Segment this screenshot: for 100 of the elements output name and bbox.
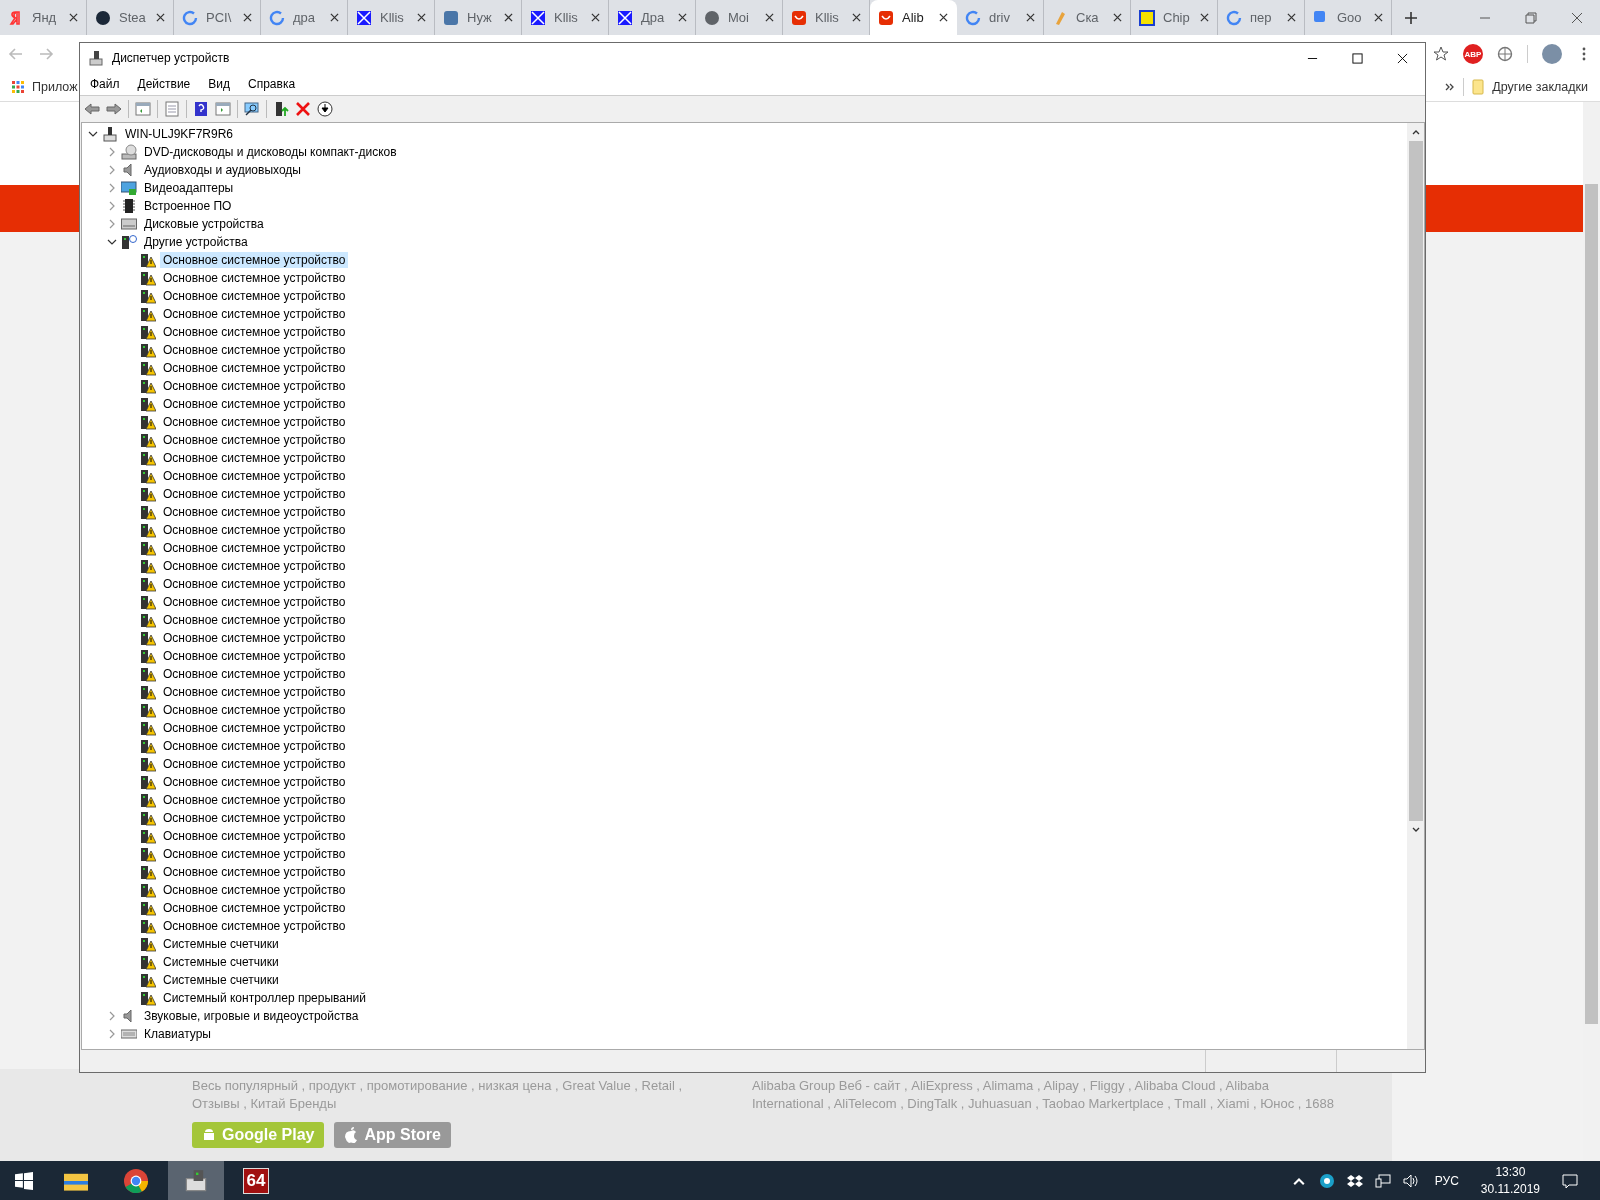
clock-date[interactable]: 30.11.2019	[1480, 1180, 1540, 1198]
tree-item[interactable]: Основное системное устройство	[160, 900, 349, 916]
dropbox-icon[interactable]	[1346, 1172, 1363, 1189]
expand-caret-icon[interactable]	[107, 147, 117, 157]
antivirus-icon[interactable]	[1318, 1172, 1335, 1189]
tree-item[interactable]: Основное системное устройство	[160, 630, 349, 646]
restore-icon[interactable]	[1525, 11, 1537, 24]
menu-item[interactable]: Вид	[208, 77, 230, 91]
expand-caret-icon[interactable]	[107, 1011, 117, 1021]
tree-item[interactable]: WIN-ULJ9KF7R9R6	[122, 126, 237, 142]
bookmark-folder[interactable]: Другие закладки	[1492, 80, 1588, 94]
close-tab-icon[interactable]	[1200, 13, 1209, 22]
tree-item[interactable]: Основное системное устройство	[160, 864, 349, 880]
tree-item[interactable]: Основное системное устройство	[160, 324, 349, 340]
close-tab-icon[interactable]	[156, 13, 165, 22]
close-tab-icon[interactable]	[330, 13, 339, 22]
tree-item[interactable]: Основное системное устройство	[160, 648, 349, 664]
close-tab-icon[interactable]	[504, 13, 513, 22]
close-tab-icon[interactable]	[417, 13, 426, 22]
expand-caret-icon[interactable]	[107, 183, 117, 193]
tree-item[interactable]: Основное системное устройство	[160, 576, 349, 592]
menu-item[interactable]: Справка	[248, 77, 296, 91]
tree-item[interactable]: Основное системное устройство	[160, 810, 349, 826]
tree-item[interactable]: Основное системное устройство	[160, 414, 349, 430]
tree-item[interactable]: Системные счетчики	[160, 972, 282, 988]
tree-item[interactable]: Основное системное устройство	[160, 378, 349, 394]
tree-item[interactable]: Клавиатуры	[141, 1026, 214, 1042]
tree-item[interactable]: Встроенное ПО	[141, 198, 235, 214]
adblock-extension-icon[interactable]: ABP	[1463, 44, 1483, 64]
tree-item[interactable]: Основное системное устройство	[160, 666, 349, 682]
tree-item[interactable]: Основное системное устройство	[160, 522, 349, 538]
tree-item[interactable]: Основное системное устройство	[160, 828, 349, 844]
tree-item[interactable]: Системные счетчики	[160, 954, 282, 970]
network-icon[interactable]	[1374, 1172, 1391, 1189]
close-tab-icon[interactable]	[243, 13, 252, 22]
tree-item[interactable]: Видеоадаптеры	[141, 180, 237, 196]
tree-item[interactable]: Основное системное устройство	[160, 288, 349, 304]
close-tab-icon[interactable]	[1113, 13, 1122, 22]
tree-item[interactable]: Основное системное устройство	[160, 504, 349, 520]
notifications-icon[interactable]	[1562, 1172, 1578, 1189]
new-tab-icon[interactable]	[1404, 10, 1418, 25]
tree-item[interactable]: Системный контроллер прерываний	[160, 990, 369, 1006]
tree-item[interactable]: Основное системное устройство	[160, 846, 349, 862]
help-icon[interactable]	[193, 101, 209, 117]
tree-item[interactable]: Основное системное устройство	[160, 486, 349, 502]
forward-icon[interactable]	[106, 101, 122, 117]
chevron-icon[interactable]	[1445, 82, 1456, 92]
tree-item[interactable]: Основное системное устройство	[160, 720, 349, 736]
star-icon[interactable]	[1433, 46, 1449, 62]
close-tab-icon[interactable]	[69, 13, 78, 22]
close-tab-icon[interactable]	[1026, 13, 1035, 22]
collapse-caret-icon[interactable]	[88, 129, 98, 139]
close-tab-icon[interactable]	[852, 13, 861, 22]
tree-item[interactable]: Основное системное устройство	[160, 360, 349, 376]
bookmark-link[interactable]: Прилож	[32, 80, 78, 94]
tree-scrollbar[interactable]	[1407, 123, 1424, 1049]
tree-item[interactable]: Основное системное устройство	[160, 918, 349, 934]
browser-tab[interactable]: Alib	[870, 0, 957, 35]
tree-item[interactable]: Основное системное устройство	[160, 558, 349, 574]
back-icon[interactable]	[84, 101, 100, 117]
tree-item[interactable]: Основное системное устройство	[160, 450, 349, 466]
expand-caret-icon[interactable]	[107, 165, 117, 175]
taskbar-device-manager[interactable]	[168, 1161, 224, 1200]
close-tab-icon[interactable]	[591, 13, 600, 22]
close-tab-icon[interactable]	[1287, 13, 1296, 22]
language-indicator[interactable]: РУС	[1434, 1173, 1459, 1188]
tree-item[interactable]: Основное системное устройство	[160, 306, 349, 322]
tree-item[interactable]: Дисковые устройства	[141, 216, 267, 232]
update-driver-icon[interactable]	[273, 101, 289, 117]
tree-item[interactable]: Основное системное устройство	[160, 468, 349, 484]
speaker-icon[interactable]	[1402, 1172, 1419, 1189]
maximize-icon[interactable]	[1352, 52, 1363, 64]
menu-item[interactable]: Файл	[90, 77, 120, 91]
tree-item[interactable]: Другие устройства	[141, 234, 251, 250]
tree-item[interactable]: Основное системное устройство	[160, 594, 349, 610]
close-icon[interactable]	[1397, 52, 1408, 64]
tree-item[interactable]: Основное системное устройство	[160, 432, 349, 448]
tree-item[interactable]: Системные счетчики	[160, 936, 282, 952]
tree-item[interactable]: Основное системное устройство	[160, 396, 349, 412]
tree-item[interactable]: Основное системное устройство	[160, 756, 349, 772]
tree-item[interactable]: Аудиовходы и аудиовыходы	[141, 162, 304, 178]
tree-item[interactable]: Основное системное устройство	[160, 612, 349, 628]
close-tab-icon[interactable]	[765, 13, 774, 22]
tree-item[interactable]: Звуковые, игровые и видеоустройства	[141, 1008, 362, 1024]
profile-avatar[interactable]	[1542, 44, 1562, 64]
globe-icon[interactable]	[1497, 46, 1513, 62]
close-tab-icon[interactable]	[939, 13, 948, 22]
tree-item[interactable]: Основное системное устройство	[160, 684, 349, 700]
uninstall-icon[interactable]	[295, 101, 311, 117]
expand-caret-icon[interactable]	[107, 219, 117, 229]
menu-item[interactable]: Действие	[137, 77, 191, 91]
taskbar-app[interactable]: 64	[228, 1161, 284, 1200]
tree-item[interactable]: Основное системное устройство	[160, 270, 349, 286]
start-windows-icon[interactable]	[15, 1171, 33, 1190]
tree-item[interactable]: Основное системное устройство	[160, 252, 349, 268]
tree-item[interactable]: Основное системное устройство	[160, 342, 349, 358]
apps-grid-icon[interactable]	[12, 81, 24, 93]
download-icon[interactable]	[317, 101, 333, 117]
tree-item[interactable]: Основное системное устройство	[160, 774, 349, 790]
tree-item[interactable]: Основное системное устройство	[160, 540, 349, 556]
